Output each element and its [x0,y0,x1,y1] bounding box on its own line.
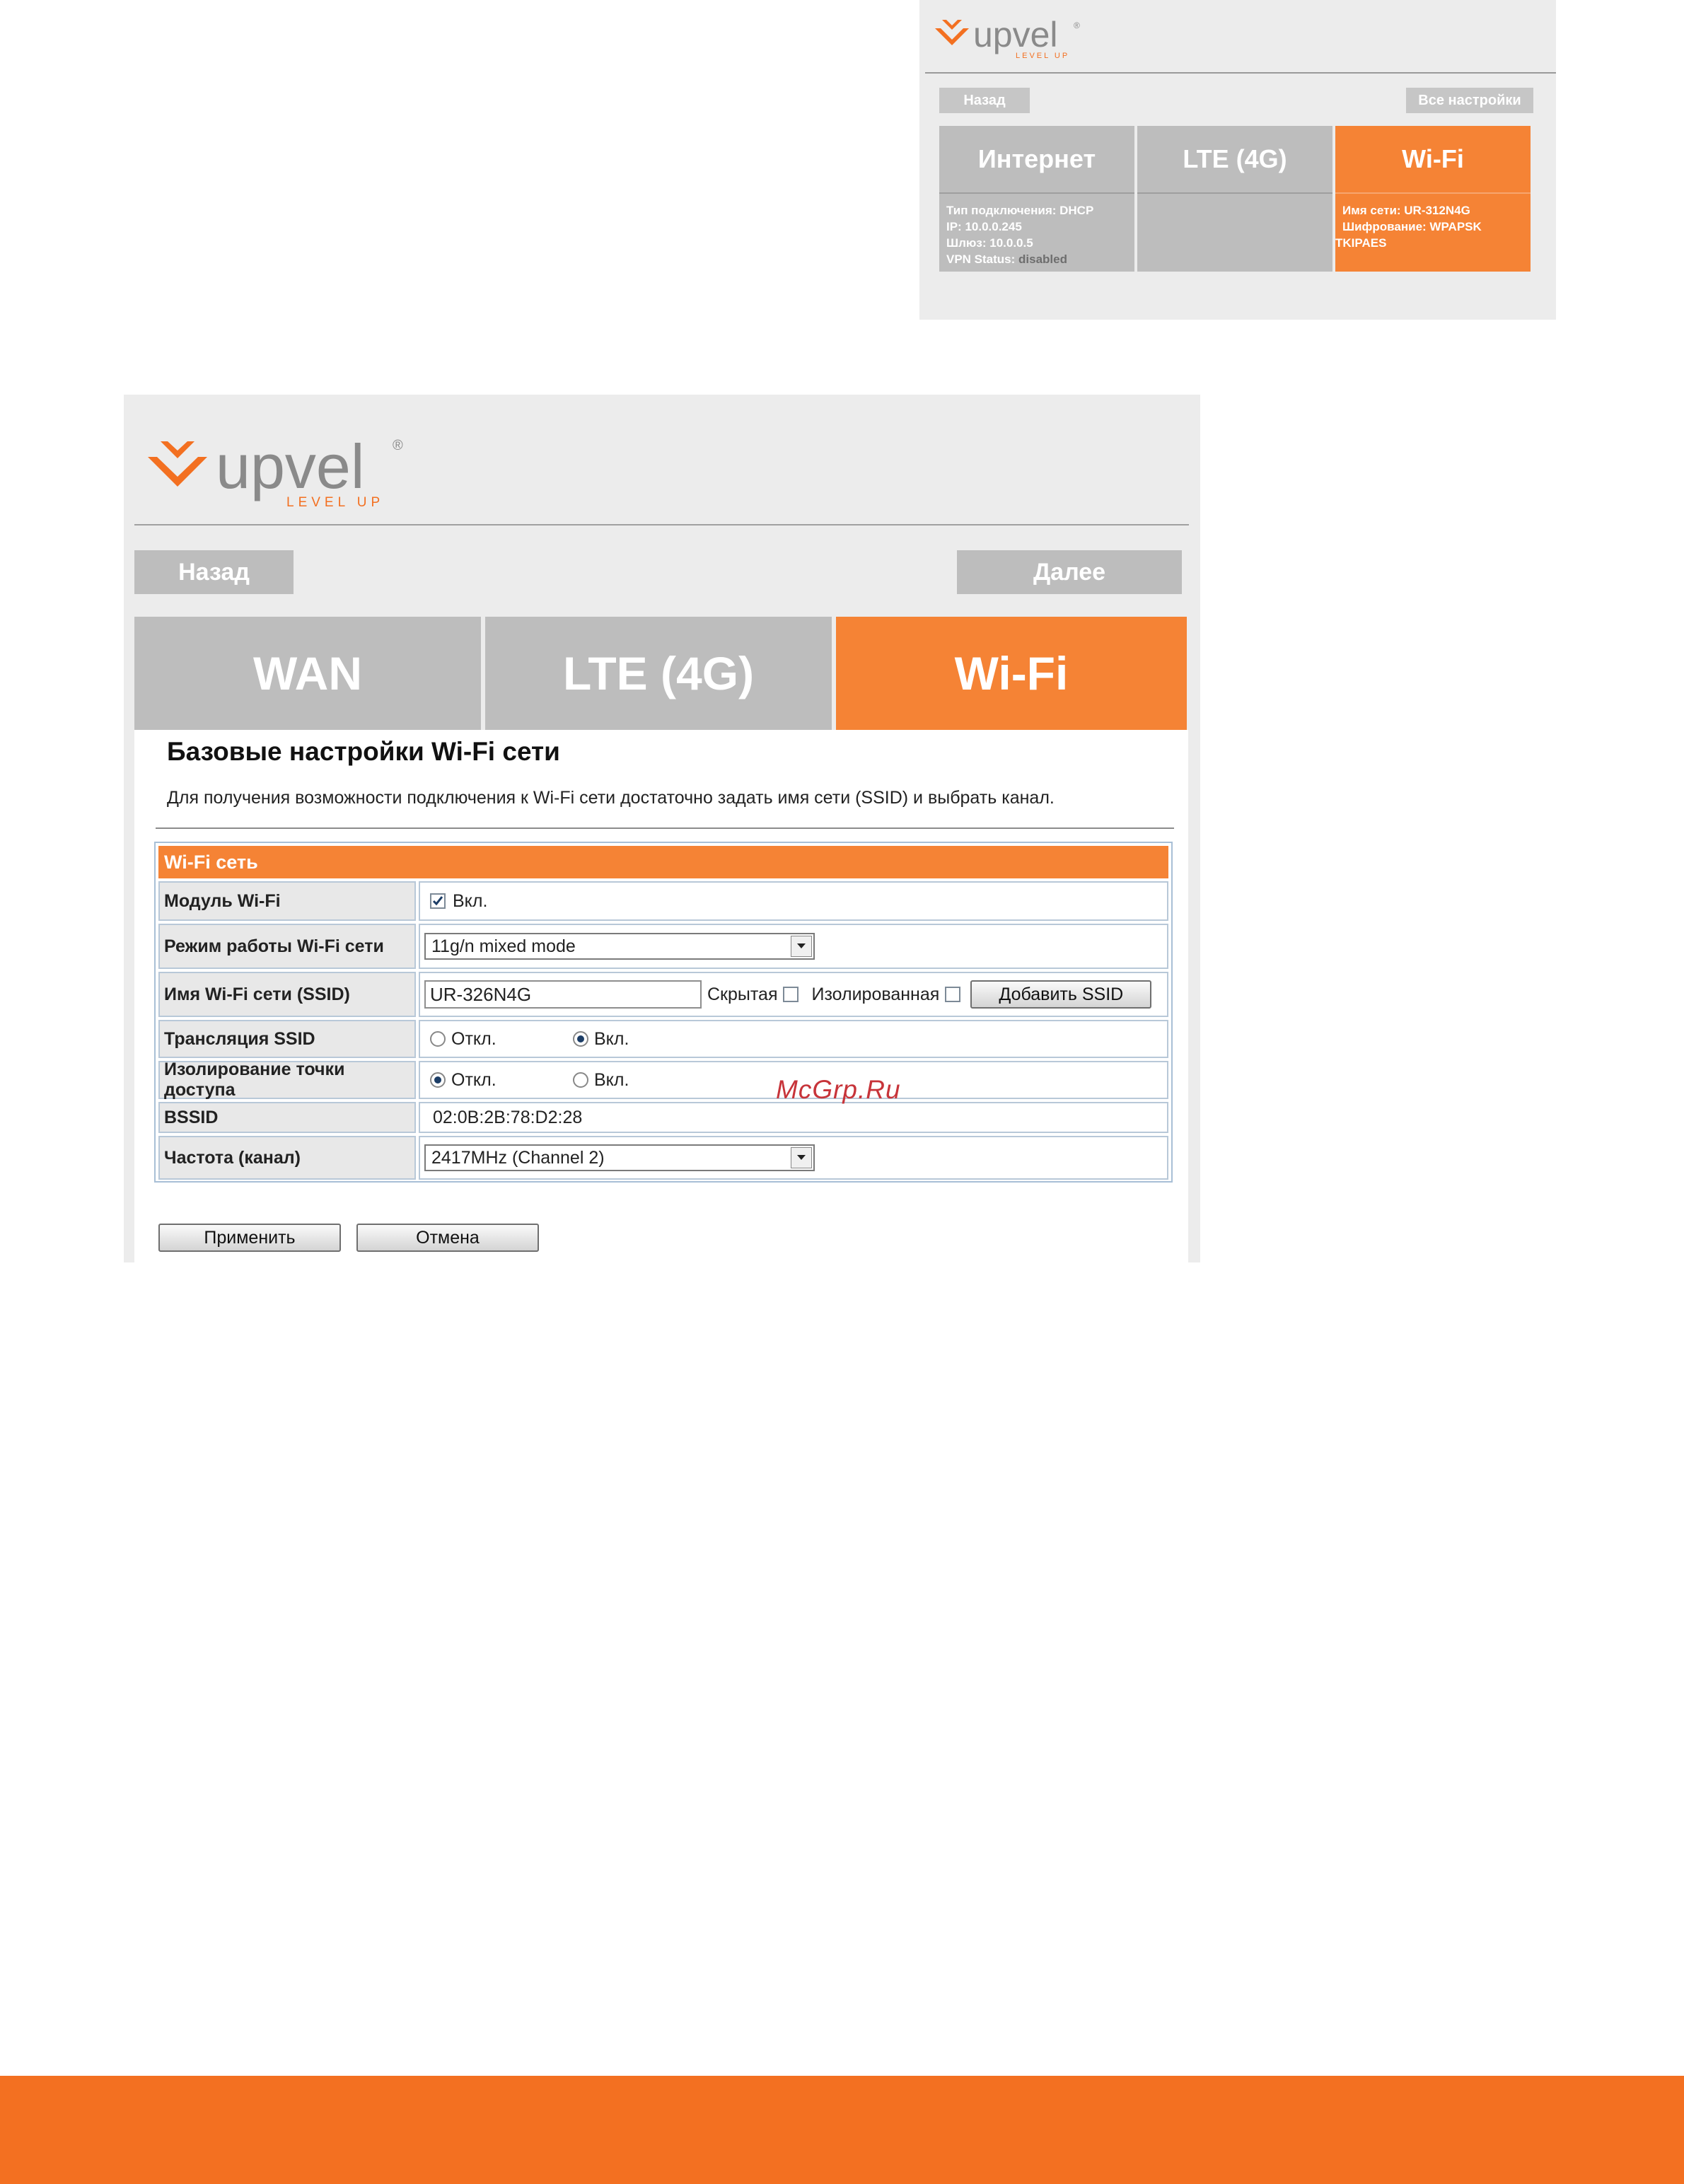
upvel-chevron-icon [148,441,207,487]
tab-lte-label: LTE (4G) [1137,126,1332,194]
bssid-label: BSSID [158,1102,416,1133]
back-button[interactable]: Назад [134,550,294,594]
cancel-button[interactable]: Отмена [356,1224,539,1252]
svg-text:®: ® [1074,21,1080,30]
upvel-chevron-icon [935,20,969,45]
isolation-off-radio[interactable] [430,1072,446,1088]
title-divider [156,827,1174,829]
row-wifi-mode: Режим работы Wi-Fi сети 11g/n mixed mode [158,924,1168,969]
tab-lte[interactable]: LTE (4G) [485,617,832,730]
tab-internet[interactable]: Интернет Тип подключения: DHCP IP: 10.0.… [939,126,1134,272]
wifi-mode-label: Режим работы Wi-Fi сети [158,924,416,969]
checkmark-icon [432,896,443,906]
vpn-status-value: disabled [1018,252,1067,266]
section-header: Wi-Fi сеть [158,846,1168,878]
tab-lte[interactable]: LTE (4G) [1137,126,1332,272]
isolated-checkbox[interactable] [945,987,961,1002]
add-ssid-button[interactable]: Добавить SSID [970,980,1152,1009]
row-ssid: Имя Wi-Fi сети (SSID) UR-326N4G Скрытая … [158,972,1168,1017]
ssid-broadcast-label: Трансляция SSID [158,1020,416,1058]
bssid-value: 02:0B:2B:78:D2:28 [433,1107,583,1127]
logo-wordmark: upvel [216,431,364,501]
row-bssid: BSSID 02:0B:2B:78:D2:28 [158,1102,1168,1133]
dashboard-screenshot: upvel ® LEVEL UP Назад Все настройки Инт… [919,0,1556,320]
wifi-module-label: Модуль Wi-Fi [158,881,416,921]
page-title: Базовые настройки Wi-Fi сети [167,737,560,766]
chevron-down-icon[interactable] [791,1147,812,1168]
logo-wordmark: upvel [973,15,1058,54]
isolated-label: Изолированная [811,984,940,1004]
isolation-on-radio[interactable] [573,1072,588,1088]
tab-wifi[interactable]: Wi-Fi [836,617,1187,730]
tab-wan[interactable]: WAN [134,617,481,730]
hidden-label: Скрытая [707,984,778,1004]
footer-bar [0,2076,1684,2184]
row-channel: Частота (канал) 2417MHz (Channel 2) [158,1136,1168,1180]
tab-wifi-label: Wi-Fi [1335,126,1531,194]
wifi-settings-table: Wi-Fi сеть Модуль Wi-Fi Вкл. Режим работ… [154,842,1173,1183]
header-divider [925,72,1556,74]
row-wifi-module: Модуль Wi-Fi Вкл. [158,881,1168,921]
svg-text:®: ® [393,438,403,453]
page-description: Для получения возможности подключения к … [167,788,1055,808]
svg-text:LEVEL UP: LEVEL UP [1016,52,1069,60]
watermark: McGrp.Ru [776,1075,901,1104]
broadcast-off-radio[interactable] [430,1031,446,1047]
ap-isolation-label: Изолирование точки доступа [158,1059,416,1100]
internet-status: Тип подключения: DHCP IP: 10.0.0.245 Шлю… [946,204,1094,266]
settings-panel: Базовые настройки Wi-Fi сети Для получен… [134,730,1188,1262]
back-button[interactable]: Назад [939,88,1030,113]
apply-button[interactable]: Применить [158,1224,341,1252]
upvel-logo: upvel ® LEVEL UP [932,13,1095,66]
wifi-module-checkbox[interactable] [430,893,446,909]
ssid-label: Имя Wi-Fi сети (SSID) [158,972,416,1017]
row-ap-isolation: Изолирование точки доступа Откл. Вкл. [158,1059,1168,1100]
header-divider [134,524,1189,525]
row-ssid-broadcast: Трансляция SSID Откл. Вкл. [158,1020,1168,1058]
wifi-module-on-label: Вкл. [453,890,488,911]
wifi-status: Имя сети: UR-312N4G Шифрование: WPAPSK T… [1335,204,1482,250]
wifi-mode-select[interactable]: 11g/n mixed mode [424,933,815,960]
all-settings-button[interactable]: Все настройки [1406,88,1533,113]
upvel-logo: upvel ® LEVEL UP [145,429,414,517]
hidden-checkbox[interactable] [783,987,799,1002]
svg-text:LEVEL UP: LEVEL UP [286,495,384,510]
channel-select[interactable]: 2417MHz (Channel 2) [424,1144,815,1171]
tab-wifi[interactable]: Wi-Fi Имя сети: UR-312N4G Шифрование: WP… [1335,126,1531,272]
channel-label: Частота (канал) [158,1136,416,1180]
ssid-input[interactable]: UR-326N4G [424,980,702,1009]
wifi-settings-screenshot: upvel ® LEVEL UP Назад Далее WAN LTE (4G… [124,395,1200,1262]
next-button[interactable]: Далее [957,550,1182,594]
broadcast-on-radio[interactable] [573,1031,588,1047]
chevron-down-icon[interactable] [791,936,812,957]
tab-internet-label: Интернет [939,126,1134,194]
